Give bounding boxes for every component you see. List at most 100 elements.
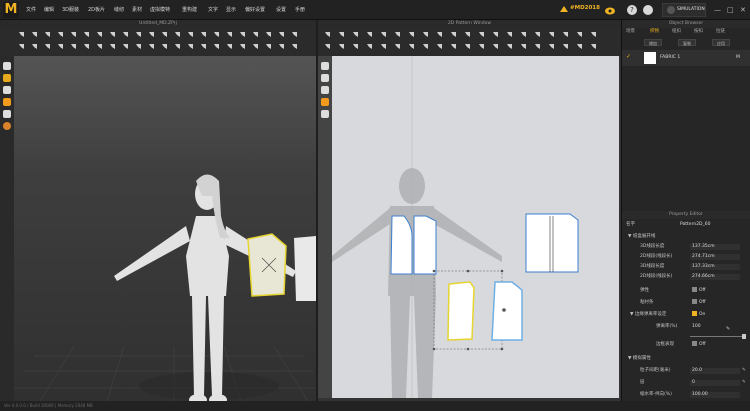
grid-icon[interactable]: [321, 86, 329, 94]
tool-icon[interactable]: [408, 44, 415, 50]
tool-icon[interactable]: [265, 44, 272, 50]
tool-icon[interactable]: [239, 44, 246, 50]
elastic-row[interactable]: 弹性 Off: [622, 286, 750, 296]
help-icon[interactable]: ?: [627, 5, 637, 15]
tool-icon[interactable]: [239, 32, 246, 38]
tool-icon[interactable]: [324, 32, 331, 38]
tool-icon[interactable]: [96, 44, 103, 50]
tool-icon[interactable]: [394, 32, 401, 38]
tool-icon[interactable]: [44, 44, 51, 50]
section-sim[interactable]: ▼ 模拟属性: [622, 354, 750, 364]
tool-icon[interactable]: [450, 44, 457, 50]
ratio-slider[interactable]: [690, 334, 746, 339]
texture-icon[interactable]: [321, 110, 329, 118]
tool-icon[interactable]: [174, 44, 181, 50]
name-value[interactable]: Pattern2D_60: [680, 220, 711, 230]
maximize-button[interactable]: □: [727, 6, 734, 14]
tool-icon[interactable]: [548, 44, 555, 50]
edit-icon[interactable]: [321, 74, 329, 82]
tool-icon[interactable]: [44, 32, 51, 38]
tool-icon[interactable]: [534, 44, 541, 50]
menu-preferences[interactable]: 偏好设置: [245, 6, 265, 13]
apply-button[interactable]: 应用: [712, 39, 730, 46]
tool-icon[interactable]: [492, 44, 499, 50]
tool-icon[interactable]: [576, 44, 583, 50]
menu-3d-garment[interactable]: 3D服装: [62, 6, 79, 13]
tool-icon[interactable]: [252, 32, 259, 38]
tool-icon[interactable]: [57, 32, 64, 38]
tool-icon[interactable]: [161, 32, 168, 38]
tool-icon[interactable]: [31, 44, 38, 50]
texture-icon[interactable]: [3, 86, 11, 94]
tool-icon[interactable]: [394, 44, 401, 50]
menu-display[interactable]: 显示: [226, 6, 236, 13]
tool-icon[interactable]: [122, 32, 129, 38]
tool-icon[interactable]: [548, 32, 555, 38]
tool-icon[interactable]: [187, 32, 194, 38]
tool-icon[interactable]: [57, 44, 64, 50]
tool-icon[interactable]: [265, 32, 272, 38]
tool-icon[interactable]: [478, 44, 485, 50]
tab-scene[interactable]: 场景: [626, 28, 635, 34]
menu-rebuild[interactable]: 重构建: [182, 6, 197, 13]
fabric-list-item[interactable]: ✓ FABRIC 1 M: [622, 50, 750, 66]
tool-icon[interactable]: [506, 44, 513, 50]
tool-icon[interactable]: [83, 44, 90, 50]
menu-manual[interactable]: 手册: [295, 6, 305, 13]
menu-file[interactable]: 文件: [26, 6, 36, 13]
tool-icon[interactable]: [31, 32, 38, 38]
tool-icon[interactable]: [291, 44, 298, 50]
tool-icon[interactable]: [422, 32, 429, 38]
pencil-icon[interactable]: ✎: [726, 324, 730, 334]
menu-materials[interactable]: 素材: [132, 6, 142, 13]
3d-garment-window[interactable]: Untitled_MD.ZPrj: [0, 20, 316, 411]
tool-icon[interactable]: [213, 32, 220, 38]
tool-icon[interactable]: [135, 32, 142, 38]
tool-icon[interactable]: [366, 44, 373, 50]
add-button[interactable]: 增加: [644, 39, 662, 46]
copy-button[interactable]: 复制: [678, 39, 696, 46]
tool-icon[interactable]: [478, 32, 485, 38]
tool-icon[interactable]: [464, 44, 471, 50]
tool-icon[interactable]: [213, 44, 220, 50]
tool-icon[interactable]: [96, 32, 103, 38]
menu-text[interactable]: 文字: [208, 6, 218, 13]
tool-icon[interactable]: [187, 44, 194, 50]
tool-icon[interactable]: [534, 32, 541, 38]
tool-icon[interactable]: [226, 32, 233, 38]
tool-icon[interactable]: [408, 32, 415, 38]
garment-icon[interactable]: [3, 74, 11, 82]
fabric-color-icon[interactable]: [321, 98, 329, 106]
tape-checkbox[interactable]: [692, 299, 697, 304]
tool-icon[interactable]: [520, 44, 527, 50]
tool-icon[interactable]: [562, 32, 569, 38]
edge-ratio-row[interactable]: ▼ 边缘弹离率设定 On: [622, 310, 750, 320]
select-icon[interactable]: [321, 62, 329, 70]
tool-icon[interactable]: [366, 32, 373, 38]
tool-icon[interactable]: [590, 44, 597, 50]
tool-icon[interactable]: [352, 44, 359, 50]
tool-icon[interactable]: [338, 32, 345, 38]
tab-zipper[interactable]: 拉链: [716, 28, 725, 34]
menu-2d-pattern[interactable]: 2D板片: [88, 6, 105, 13]
elastic-checkbox[interactable]: [692, 287, 697, 292]
tool-icon[interactable]: [148, 32, 155, 38]
tool-icon[interactable]: [70, 44, 77, 50]
fold-row[interactable]: 边框表现 Off: [622, 340, 750, 350]
tool-icon[interactable]: [464, 32, 471, 38]
avatar-icon[interactable]: [3, 62, 11, 70]
2d-pattern-canvas[interactable]: [318, 56, 619, 398]
tape-row[interactable]: 粘衬条 Off: [622, 298, 750, 308]
tab-fabric[interactable]: 织物: [650, 28, 659, 34]
tab-snap[interactable]: 按扣: [694, 28, 703, 34]
menu-avatar[interactable]: 虚拟模特: [150, 6, 170, 13]
tool-icon[interactable]: [18, 44, 25, 50]
tool-icon[interactable]: [576, 32, 583, 38]
tool-icon[interactable]: [380, 44, 387, 50]
tool-icon[interactable]: [135, 44, 142, 50]
simulation-button[interactable]: SIMULATION: [662, 3, 706, 17]
menu-edit[interactable]: 编辑: [44, 6, 54, 13]
tool-icon[interactable]: [83, 32, 90, 38]
tool-icon[interactable]: [324, 44, 331, 50]
cloud-icon[interactable]: [604, 4, 616, 16]
